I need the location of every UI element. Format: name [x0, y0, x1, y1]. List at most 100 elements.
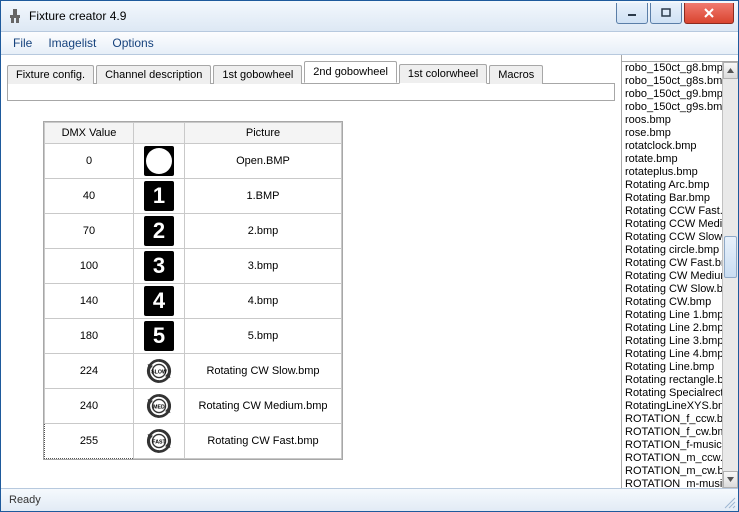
list-item[interactable]: robo_150ct_g9.bmp [622, 88, 723, 101]
tab-macros[interactable]: Macros [489, 65, 543, 84]
svg-text:MED: MED [153, 405, 165, 411]
table-row[interactable]: 255FASTRotating CW Fast.bmp [45, 424, 342, 459]
cell-picture[interactable]: Open.BMP [185, 144, 342, 179]
list-item[interactable]: Rotating Bar.bmp [622, 192, 723, 205]
list-item[interactable]: Rotating Line 4.bmp [622, 348, 723, 361]
cell-dmx[interactable]: 255 [45, 424, 134, 459]
menubar: File Imagelist Options [1, 32, 738, 55]
list-item[interactable]: Rotating circle.bmp [622, 244, 723, 257]
cell-picture[interactable]: 3.bmp [185, 249, 342, 284]
table-row[interactable]: 14044.bmp [45, 284, 342, 319]
table-row[interactable]: 224SLOWRotating CW Slow.bmp [45, 354, 342, 389]
list-item[interactable]: robo_150ct_g9s.bmp [622, 101, 723, 114]
tab-fixture-config[interactable]: Fixture config. [7, 65, 94, 84]
list-item[interactable]: Rotating CW Fast.bmp [622, 257, 723, 270]
cell-icon[interactable] [134, 144, 185, 179]
tab-1st-colorwheel[interactable]: 1st colorwheel [399, 64, 487, 84]
table-row[interactable]: 100 3 3.bmp [45, 249, 342, 284]
scroll-track[interactable] [723, 79, 738, 471]
resize-grip-icon[interactable] [722, 495, 736, 509]
list-item[interactable]: ROTATION_m_cw.bmp [622, 465, 723, 478]
table-row[interactable]: 18055.bmp [45, 319, 342, 354]
list-item[interactable]: RotatingLineXYS.bmp [622, 400, 723, 413]
cell-picture[interactable]: 4.bmp [185, 284, 342, 319]
cell-dmx[interactable]: 40 [45, 179, 134, 214]
list-item[interactable]: ROTATION_m_ccw.bmp [622, 452, 723, 465]
statusbar: Ready [1, 488, 738, 511]
cell-icon[interactable]: 1 [134, 179, 185, 214]
cell-dmx[interactable]: 100 [45, 249, 134, 284]
list-item[interactable]: ROTATION_f_ccw.bmp [622, 413, 723, 426]
file-list[interactable]: robo_150ct_g8.bmprobo_150ct_g8s.bmprobo_… [622, 61, 738, 488]
list-item[interactable]: ROTATION_m-music.bmp [622, 478, 723, 488]
list-item[interactable]: Rotating Line 2.bmp [622, 322, 723, 335]
scroll-down-button[interactable] [723, 471, 738, 488]
list-item[interactable]: rotatclock.bmp [622, 140, 723, 153]
list-item[interactable]: Rotating Line.bmp [622, 361, 723, 374]
app-icon [7, 8, 23, 24]
list-item[interactable]: rotate.bmp [622, 153, 723, 166]
table-row[interactable]: 4011.BMP [45, 179, 342, 214]
cell-dmx[interactable]: 0 [45, 144, 134, 179]
tab-1st-gobowheel[interactable]: 1st gobowheel [213, 65, 302, 84]
cell-picture[interactable]: 2.bmp [185, 214, 342, 249]
list-item[interactable]: Rotating CCW Medium.bmp [622, 218, 723, 231]
list-item[interactable]: Rotating CW Medium.bmp [622, 270, 723, 283]
cell-picture[interactable]: Rotating CW Fast.bmp [185, 424, 342, 459]
menu-imagelist[interactable]: Imagelist [40, 34, 104, 52]
col-header-picture[interactable]: Picture [185, 123, 342, 144]
table-row[interactable]: 0 Open.BMP [45, 144, 342, 179]
cell-dmx[interactable]: 70 [45, 214, 134, 249]
cell-dmx[interactable]: 240 [45, 389, 134, 424]
cell-icon[interactable]: 3 [134, 249, 185, 284]
scroll-thumb[interactable] [724, 236, 737, 278]
cell-dmx[interactable]: 140 [45, 284, 134, 319]
close-button[interactable] [684, 3, 734, 24]
list-item[interactable]: Rotating Line 3.bmp [622, 335, 723, 348]
window-title: Fixture creator 4.9 [29, 9, 614, 23]
menu-file[interactable]: File [5, 34, 40, 52]
gobo-number-icon: 3 [144, 251, 174, 281]
cell-icon[interactable]: FAST [134, 424, 185, 459]
scrollbar[interactable] [722, 62, 738, 488]
cell-picture[interactable]: Rotating CW Slow.bmp [185, 354, 342, 389]
list-item[interactable]: Rotating Specialrect.bmp [622, 387, 723, 400]
tab-channel-description[interactable]: Channel description [96, 65, 211, 84]
list-item[interactable]: Rotating Arc.bmp [622, 179, 723, 192]
maximize-button[interactable] [650, 3, 682, 24]
scroll-up-button[interactable] [723, 62, 738, 79]
cell-icon[interactable]: MED [134, 389, 185, 424]
cell-dmx[interactable]: 180 [45, 319, 134, 354]
list-item[interactable]: ROTATION_f-music.bmp [622, 439, 723, 452]
cell-picture[interactable]: Rotating CW Medium.bmp [185, 389, 342, 424]
table-row[interactable]: 7022.bmp [45, 214, 342, 249]
cell-dmx[interactable]: 224 [45, 354, 134, 389]
cell-icon[interactable]: SLOW [134, 354, 185, 389]
list-item[interactable]: Rotating CW Slow.bmp [622, 283, 723, 296]
cell-icon[interactable]: 5 [134, 319, 185, 354]
list-item[interactable]: robo_150ct_g8.bmp [622, 62, 723, 75]
tab-content-border [7, 83, 615, 101]
status-text: Ready [9, 494, 41, 506]
minimize-button[interactable] [616, 3, 648, 24]
cell-icon[interactable]: 2 [134, 214, 185, 249]
cell-picture[interactable]: 5.bmp [185, 319, 342, 354]
list-item[interactable]: Rotating CW.bmp [622, 296, 723, 309]
table-row[interactable]: 240 MED Rotating CW Medium.bmp [45, 389, 342, 424]
list-item[interactable]: roos.bmp [622, 114, 723, 127]
menu-options[interactable]: Options [104, 34, 161, 52]
col-header-icon[interactable] [134, 123, 185, 144]
list-item[interactable]: Rotating Line 1.bmp [622, 309, 723, 322]
list-item[interactable]: ROTATION_f_cw.bmp [622, 426, 723, 439]
list-item[interactable]: Rotating CCW Fast.bmp [622, 205, 723, 218]
col-header-dmx[interactable]: DMX Value [45, 123, 134, 144]
list-item[interactable]: Rotating rectangle.bmp [622, 374, 723, 387]
list-item[interactable]: rotateplus.bmp [622, 166, 723, 179]
list-item[interactable]: robo_150ct_g8s.bmp [622, 75, 723, 88]
tab-strip: Fixture config. Channel description 1st … [7, 61, 615, 83]
tab-2nd-gobowheel[interactable]: 2nd gobowheel [304, 61, 397, 83]
cell-icon[interactable]: 4 [134, 284, 185, 319]
list-item[interactable]: rose.bmp [622, 127, 723, 140]
cell-picture[interactable]: 1.BMP [185, 179, 342, 214]
list-item[interactable]: Rotating CCW Slow.bmp [622, 231, 723, 244]
